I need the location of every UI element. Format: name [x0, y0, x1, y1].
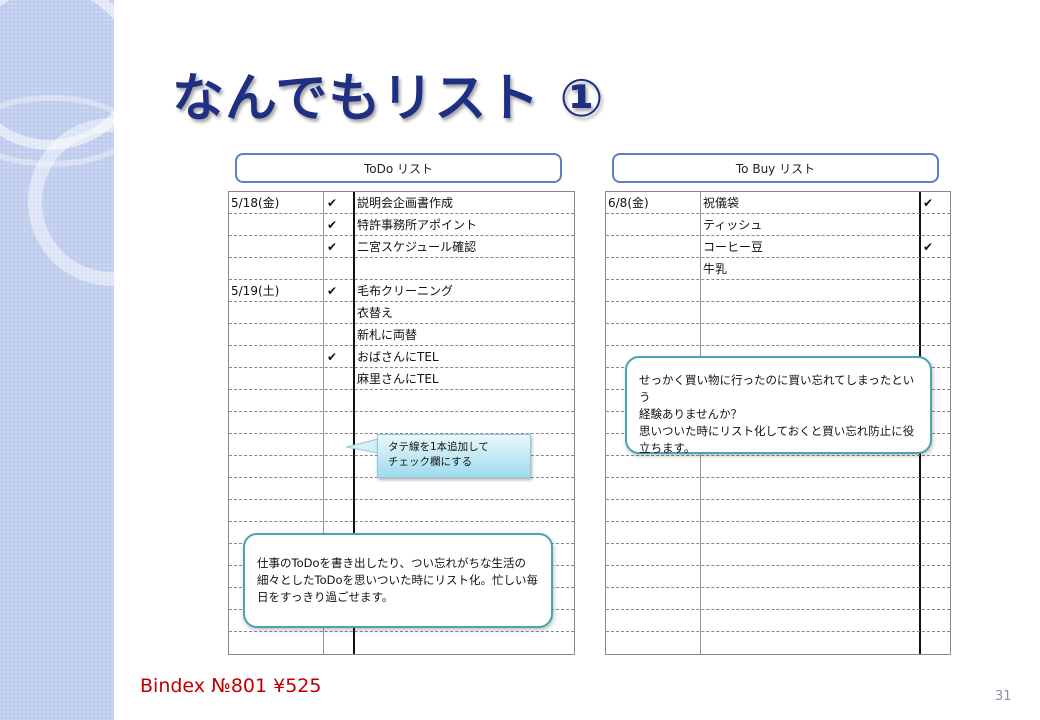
- check-column-callout: タテ線を1本追加して チェック欄にする: [377, 434, 531, 478]
- tobuy-description-note: せっかく買い物に行ったのに買い忘れてしまったという 経験ありませんか？ 思いつい…: [625, 356, 932, 455]
- note-line: 日をすっきり過ごせます。: [257, 590, 394, 604]
- todo-task-cell: 麻里さんにTEL: [357, 372, 439, 386]
- tobuy-item-cell: コーヒー豆: [703, 240, 764, 254]
- callout-line: タテ線を1本追加して: [388, 441, 489, 453]
- tobuy-date-cell: [608, 258, 698, 280]
- todo-date-cell: [231, 346, 321, 368]
- table-row: ✔ 特許事務所アポイント: [229, 214, 574, 236]
- table-row: 6/8(金) 祝儀袋 ✔: [606, 192, 950, 214]
- todo-check-cell: ✔: [327, 196, 338, 210]
- table-row: [606, 566, 950, 588]
- todo-date-cell: [231, 236, 321, 258]
- table-row: [606, 588, 950, 610]
- callout-pointer: [346, 438, 378, 454]
- tobuy-check-cell: [923, 258, 947, 280]
- note-line: 立ちます。: [639, 441, 696, 455]
- note-line: 細々としたToDoを思いついた時にリスト化。忙しい毎: [257, 573, 538, 587]
- callout-line: チェック欄にする: [388, 456, 473, 468]
- note-line: 仕事のToDoを書き出したり、つい忘れがちな生活の: [257, 556, 527, 570]
- todo-description-note: 仕事のToDoを書き出したり、つい忘れがちな生活の 細々としたToDoを思いつい…: [243, 533, 553, 628]
- table-row: 衣替え: [229, 302, 574, 324]
- table-row: [229, 390, 574, 412]
- todo-check-cell: [327, 368, 351, 390]
- table-row: コーヒー豆 ✔: [606, 236, 950, 258]
- table-row: 麻里さんにTEL: [229, 368, 574, 390]
- tobuy-item-cell: 牛乳: [703, 262, 728, 276]
- tobuy-item-cell: ティッシュ: [703, 218, 763, 232]
- slide-title: なんでもリスト ①: [172, 69, 605, 129]
- tobuy-date-cell: [608, 236, 698, 258]
- todo-list-header: ToDo リスト: [235, 153, 562, 183]
- tobuy-check-cell: [923, 214, 947, 236]
- table-row: [229, 258, 574, 280]
- table-row: ✔ おばさんにTEL: [229, 346, 574, 368]
- table-row: [606, 522, 950, 544]
- todo-task-cell: 毛布クリーニング: [357, 284, 454, 298]
- table-row: [229, 412, 574, 434]
- todo-check-cell: [327, 302, 351, 324]
- tobuy-date-cell: [608, 214, 698, 236]
- todo-task-cell: 衣替え: [357, 306, 394, 320]
- todo-date-cell: [231, 324, 321, 346]
- tobuy-date-cell: 6/8(金): [608, 196, 649, 210]
- todo-task-cell: 説明会企画書作成: [357, 196, 454, 210]
- tobuy-item-cell: 祝儀袋: [703, 196, 740, 210]
- table-row: 牛乳: [606, 258, 950, 280]
- tobuy-check-cell: ✔: [923, 196, 934, 210]
- product-footer: Bindex №801 ¥525: [140, 675, 322, 697]
- table-row: ティッシュ: [606, 214, 950, 236]
- table-row: ✔ 二宮スケジュール確認: [229, 236, 574, 258]
- todo-task-cell: おばさんにTEL: [357, 350, 439, 364]
- table-row: [606, 500, 950, 522]
- table-row: [606, 610, 950, 632]
- table-row: [606, 544, 950, 566]
- table-row: [229, 632, 574, 654]
- tobuy-list-header: To Buy リスト: [612, 153, 939, 183]
- table-row: [606, 302, 950, 324]
- table-row: 新札に両替: [229, 324, 574, 346]
- todo-date-cell: 5/19(土): [231, 284, 280, 298]
- table-row: 5/19(土) ✔ 毛布クリーニング: [229, 280, 574, 302]
- todo-check-cell: ✔: [327, 284, 338, 298]
- table-row: [606, 280, 950, 302]
- todo-date-cell: [231, 302, 321, 324]
- table-row: [606, 632, 950, 654]
- table-row: [606, 456, 950, 478]
- table-row: [606, 324, 950, 346]
- todo-task-cell: 特許事務所アポイント: [357, 218, 478, 232]
- todo-date-cell: [231, 214, 321, 236]
- page-number: 31: [995, 689, 1012, 704]
- todo-task-cell: [357, 258, 572, 280]
- todo-check-cell: [327, 258, 351, 280]
- todo-date-cell: 5/18(金): [231, 196, 280, 210]
- note-line: 思いついた時にリスト化しておくと買い忘れ防止に役: [639, 424, 915, 438]
- tobuy-check-cell: ✔: [923, 240, 934, 254]
- table-row: [229, 478, 574, 500]
- table-row: 5/18(金) ✔ 説明会企画書作成: [229, 192, 574, 214]
- todo-date-cell: [231, 258, 321, 280]
- todo-check-cell: ✔: [327, 218, 338, 232]
- todo-task-cell: 新札に両替: [357, 328, 418, 342]
- table-row: [229, 500, 574, 522]
- table-row: [606, 478, 950, 500]
- note-line: 経験ありませんか？: [639, 407, 743, 421]
- note-line: せっかく買い物に行ったのに買い忘れてしまったという: [639, 373, 915, 404]
- todo-check-cell: ✔: [327, 240, 338, 254]
- todo-date-cell: [231, 368, 321, 390]
- todo-check-cell: ✔: [327, 350, 338, 364]
- todo-check-cell: [327, 324, 351, 346]
- todo-task-cell: 二宮スケジュール確認: [357, 240, 477, 254]
- decorative-sidebar: [0, 0, 114, 720]
